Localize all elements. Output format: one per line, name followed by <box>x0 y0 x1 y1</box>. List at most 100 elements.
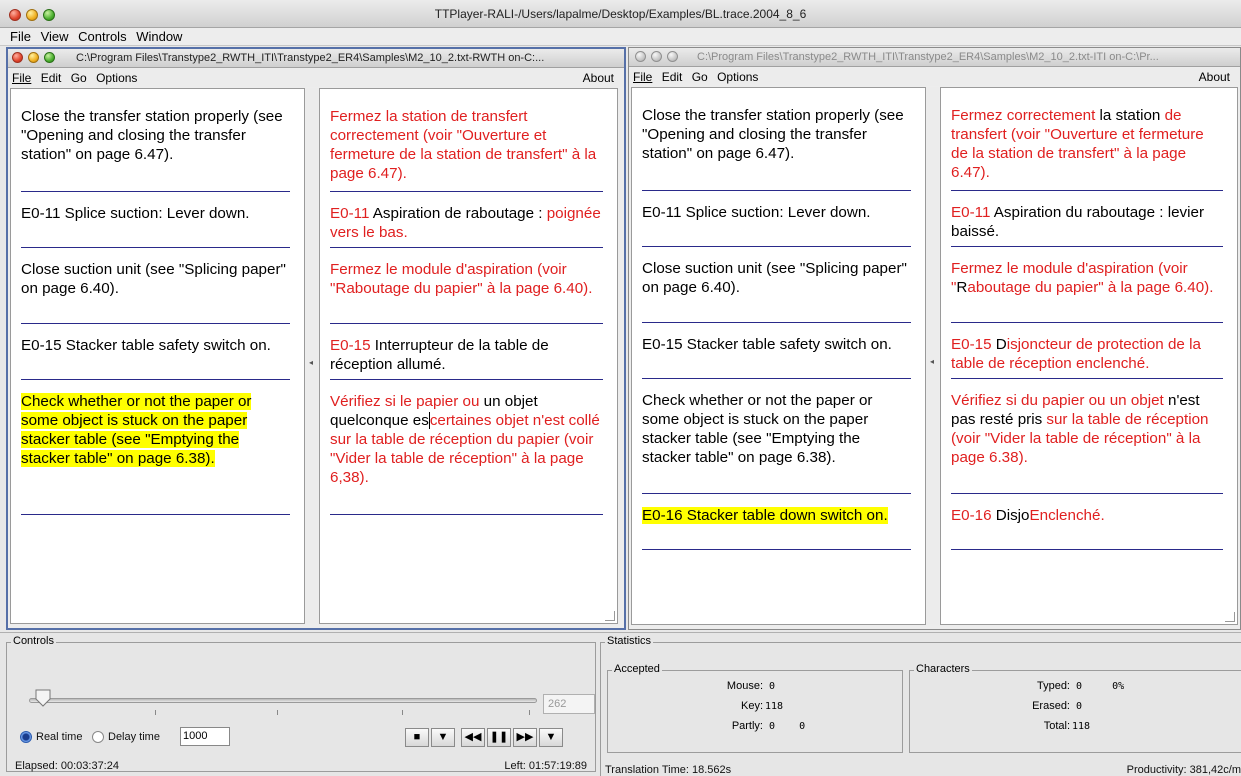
divider-grip-icon: ◂ <box>309 358 314 367</box>
resize-handle-icon[interactable] <box>605 611 615 621</box>
erased-stat: Erased: 0 <box>1032 700 1083 712</box>
total-stat: Total: 118 <box>1043 720 1091 732</box>
source-segment: Check whether or not the paper or some o… <box>642 392 873 466</box>
delay-time-radio[interactable] <box>92 731 104 743</box>
translation-time: Translation Time: 18.562s <box>605 764 732 776</box>
segment-separator <box>21 379 290 380</box>
segment-separator <box>642 549 911 550</box>
target-segment: Fermez la station de transfert correctem… <box>330 108 597 182</box>
segment-separator <box>951 549 1223 550</box>
rwth-pane-divider[interactable]: ◂ <box>306 88 318 624</box>
target-segment: E0-11 Aspiration du raboutage : levier b… <box>951 204 1205 240</box>
segment-separator <box>642 322 911 323</box>
iti-close-button[interactable] <box>635 51 646 62</box>
rwth-close-button[interactable] <box>12 52 23 63</box>
target-segment-editing[interactable]: E0-16 DisjoEnclenché. <box>951 506 1223 525</box>
segment-separator <box>21 191 290 192</box>
source-segment: Close the transfer station properly (see… <box>642 107 904 162</box>
mouse-stat: Mouse: 0 <box>726 680 776 692</box>
iti-minimize-button[interactable] <box>651 51 662 62</box>
stop-button[interactable]: ■ <box>405 728 429 747</box>
source-segment: E0-11 Splice suction: Lever down. <box>642 204 871 221</box>
iti-menu-go[interactable]: Go <box>692 70 708 84</box>
iti-pane-divider[interactable]: ◂ <box>927 87 939 625</box>
fast-forward-button[interactable]: ▶▶ <box>513 728 537 747</box>
delay-time-input[interactable]: 1000 <box>180 727 230 746</box>
rwth-menu-bar: File Edit Go Options About <box>8 69 624 87</box>
rwth-source-pane[interactable]: Close the transfer station properly (see… <box>10 88 305 624</box>
current-source-highlight: Check whether or not the paper or some o… <box>21 393 252 467</box>
bottom-panel: Controls 262 Real time Delay time 1000 ■… <box>0 632 1241 776</box>
rwth-target-pane[interactable]: Fermez la station de transfert correctem… <box>319 88 618 624</box>
step-forward-button[interactable]: ▼ <box>431 728 455 747</box>
segment-separator <box>21 247 290 248</box>
segment-separator <box>330 191 603 192</box>
rwth-menu-file[interactable]: File <box>12 71 31 85</box>
iti-zoom-button[interactable] <box>667 51 678 62</box>
elapsed-time: Elapsed: 00:03:37:24 <box>15 760 119 772</box>
rwth-window-title-bar: C:\Program Files\Transtype2_RWTH_ITI\Tra… <box>8 49 624 68</box>
iti-source-pane[interactable]: Close the transfer station properly (see… <box>631 87 926 625</box>
source-segment-current: Check whether or not the paper or some o… <box>21 392 290 468</box>
slider-value-field: 262 <box>543 694 595 714</box>
typed-stat: Typed: 0 0% <box>1036 680 1125 692</box>
target-segment: Vérifiez si du papier ou un objet n'est … <box>951 392 1209 466</box>
characters-group-label: Characters <box>914 663 972 675</box>
window-title: TTPlayer-RALI-/Users/lapalme/Desktop/Exa… <box>434 7 807 21</box>
resize-handle-icon[interactable] <box>1225 612 1235 622</box>
rwth-minimize-button[interactable] <box>28 52 39 63</box>
iti-menu-file[interactable]: File <box>633 70 652 84</box>
slider-tick <box>402 710 403 715</box>
delay-time-label[interactable]: Delay time <box>108 731 160 743</box>
target-segment: E0-15 Interrupteur de la table de récept… <box>330 337 549 373</box>
real-time-label[interactable]: Real time <box>36 731 82 743</box>
segment-separator <box>951 190 1223 191</box>
slider-thumb-icon[interactable] <box>35 689 51 707</box>
rwth-zoom-button[interactable] <box>44 52 55 63</box>
main-title-bar: TTPlayer-RALI-/Users/lapalme/Desktop/Exa… <box>0 0 1241 28</box>
real-time-radio[interactable] <box>20 731 32 743</box>
target-segment-editing[interactable]: Vérifiez si le papier ou un objet quelco… <box>330 392 603 487</box>
key-stat: Key: 118 <box>740 700 784 712</box>
source-segment: E0-15 Stacker table safety switch on. <box>21 337 271 354</box>
pause-button[interactable]: ❚❚ <box>487 728 511 747</box>
segment-separator <box>330 379 603 380</box>
segment-separator <box>21 514 290 515</box>
menu-window[interactable]: Window <box>136 29 182 44</box>
iti-menu-bar: File Edit Go Options About <box>629 68 1240 86</box>
down-triangle-icon: ▼ <box>437 731 449 743</box>
target-segment: E0-15 Disjoncteur de protection de la ta… <box>951 336 1201 372</box>
slider-tick <box>277 710 278 715</box>
next-segment-button[interactable]: ▼ <box>539 728 563 747</box>
statistics-group: Statistics Accepted Mouse: 0 Key: 118 Part… <box>600 635 1241 776</box>
menu-controls[interactable]: Controls <box>78 29 126 44</box>
target-segment: Fermez le module d'aspiration (voir "Rab… <box>330 261 593 297</box>
time-left: Left: 01:57:19:89 <box>504 760 587 772</box>
source-segment: Close the transfer station properly (see… <box>21 108 283 163</box>
characters-group: Characters Typed: 0 0% Erased: 0 Total: 118 <box>909 663 1241 753</box>
menu-view[interactable]: View <box>41 29 69 44</box>
rwth-menu-options[interactable]: Options <box>96 71 137 85</box>
rwth-menu-go[interactable]: Go <box>71 71 87 85</box>
segment-separator <box>642 246 911 247</box>
iti-menu-about[interactable]: About <box>1199 68 1230 86</box>
segment-separator <box>330 323 603 324</box>
rewind-button[interactable]: ◀◀ <box>461 728 485 747</box>
iti-menu-edit[interactable]: Edit <box>662 70 683 84</box>
target-segment: E0-11 Aspiration de raboutage : poignée … <box>330 205 601 241</box>
iti-menu-options[interactable]: Options <box>717 70 758 84</box>
rwth-translation-window: C:\Program Files\Transtype2_RWTH_ITI\Tra… <box>6 47 626 630</box>
rewind-icon: ◀◀ <box>464 731 482 743</box>
source-segment: E0-15 Stacker table safety switch on. <box>642 336 892 353</box>
rwth-menu-about[interactable]: About <box>583 69 614 87</box>
menu-file[interactable]: File <box>10 29 31 44</box>
iti-target-pane[interactable]: Fermez correctement la station de transf… <box>940 87 1238 625</box>
rwth-menu-edit[interactable]: Edit <box>41 71 62 85</box>
playback-slider-track[interactable] <box>29 698 537 703</box>
segment-separator <box>330 514 603 515</box>
productivity: Productivity: 381,42c/m <box>1126 764 1241 776</box>
source-segment: E0-11 Splice suction: Lever down. <box>21 205 250 222</box>
source-segment: Close suction unit (see "Splicing paper"… <box>642 260 907 296</box>
fast-forward-icon: ▶▶ <box>516 731 534 743</box>
controls-group: Controls 262 Real time Delay time 1000 ■… <box>6 635 596 772</box>
